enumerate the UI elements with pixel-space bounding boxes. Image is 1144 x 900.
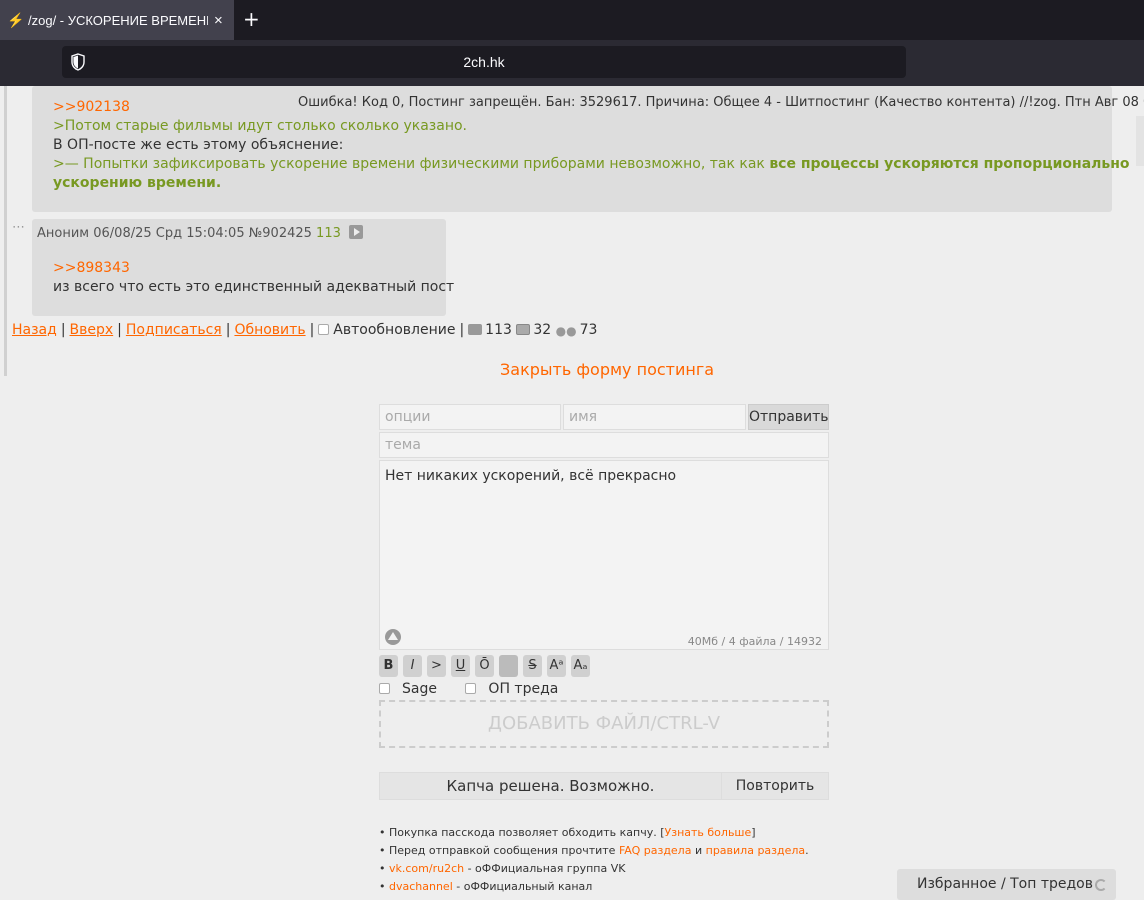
post-text: из всего что есть это единственный адекв… <box>53 279 455 295</box>
autoupdate-checkbox[interactable] <box>318 324 330 335</box>
spoiler-button[interactable] <box>499 655 518 677</box>
post-text: В ОП-посте же есть этому объяснение: <box>53 137 344 153</box>
play-icon[interactable] <box>349 225 364 239</box>
quote-line: >— Попытки зафиксировать ускорение време… <box>53 156 1130 172</box>
underline-button[interactable]: U <box>451 655 470 677</box>
back-link[interactable]: Назад <box>12 322 57 338</box>
overline-button[interactable]: Ō <box>475 655 494 677</box>
lightning-icon: ⚡ <box>7 11 25 28</box>
captcha: Капча решена. Возможно. Повторить <box>379 772 829 800</box>
up-link[interactable]: Вверх <box>70 322 114 338</box>
tab-title: /zog/ - УСКОРЕНИЕ ВРЕМЕНИ <box>28 12 208 28</box>
topic-input[interactable]: тема <box>379 432 829 458</box>
post-options: Sage ОП треда <box>379 681 582 697</box>
shield-icon <box>71 53 85 71</box>
close-form-link[interactable]: Закрыть форму постинга <box>500 360 714 379</box>
thread-border <box>4 86 7 376</box>
sage-checkbox[interactable] <box>379 683 390 694</box>
vk-link[interactable]: vk.com/ru2ch <box>389 862 464 875</box>
faq-link[interactable]: FAQ раздела <box>619 844 692 857</box>
post-author: Аноним <box>37 226 90 241</box>
subscribe-link[interactable]: Подписаться <box>126 322 222 338</box>
superscript-button[interactable]: Aᵃ <box>547 655 566 677</box>
drawing-icon[interactable] <box>385 629 401 645</box>
name-input[interactable]: имя <box>563 404 746 430</box>
favorites-label: Избранное / Топ тредов <box>917 876 1093 892</box>
browser-tab[interactable]: ⚡ /zog/ - УСКОРЕНИЕ ВРЕМЕНИ × <box>0 0 234 40</box>
url-bar[interactable]: 2ch.hk <box>62 46 906 78</box>
channel-link[interactable]: dvachannel <box>389 880 453 893</box>
url-text: 2ch.hk <box>463 54 505 70</box>
tab-bar: ⚡ /zog/ - УСКОРЕНИЕ ВРЕМЕНИ × + <box>0 0 1144 40</box>
refresh-link[interactable]: Обновить <box>234 322 305 338</box>
quote-line: >Потом старые фильмы идут столько скольк… <box>53 118 467 134</box>
op-checkbox[interactable] <box>465 683 477 694</box>
learn-more-link[interactable]: Узнать больше <box>665 826 752 839</box>
bold-button[interactable]: B <box>379 655 398 677</box>
quote-line: ускорению времени. <box>53 175 222 191</box>
replies-count[interactable]: 113 <box>316 226 341 241</box>
rule-item: • dvachannel - оФФициальный канал <box>379 880 593 893</box>
error-message: Ошибка! Код 0, Постинг запрещён. Бан: 35… <box>298 95 1144 110</box>
refresh-icon[interactable] <box>1095 879 1107 891</box>
post-date: 06/08/25 Срд 15:04:05 <box>93 226 245 241</box>
sage-label: Sage <box>402 681 437 697</box>
board-rules-link[interactable]: правила раздела <box>706 844 806 857</box>
rules-list: • Покупка пасскода позволяет обходить ка… <box>379 824 809 896</box>
nav-bar: 2ch.hk <box>0 40 1144 86</box>
rule-item: • Перед отправкой сообщения прочтите FAQ… <box>379 844 809 857</box>
captcha-status: Капча решена. Возможно. <box>446 777 655 795</box>
post: Аноним 06/08/25 Срд 15:04:05 №902425 113… <box>32 219 454 316</box>
comment-icon <box>468 324 483 335</box>
scroll-stub <box>1136 116 1144 166</box>
strike-button[interactable]: S <box>523 655 542 677</box>
image-icon <box>516 324 531 335</box>
op-label: ОП треда <box>488 681 559 697</box>
new-tab-button[interactable]: + <box>243 8 260 30</box>
subscript-button[interactable]: Aₐ <box>571 655 590 677</box>
page: >>902138 >Потом старые фильмы идут столь… <box>0 86 1144 900</box>
italic-button[interactable]: I <box>403 655 422 677</box>
post-number[interactable]: №902425 <box>249 226 312 241</box>
file-dropzone[interactable]: ДОБАВИТЬ ФАЙЛ/CTRL-V <box>379 700 829 748</box>
reply-link[interactable]: >>898343 <box>53 259 130 278</box>
rule-item: • vk.com/ru2ch - оФФициальная группа VK <box>379 862 626 875</box>
send-button[interactable]: Отправить <box>748 404 829 430</box>
more-icon[interactable]: ⋯ <box>12 220 25 235</box>
message-text: Нет никаких ускорений, всё прекрасно <box>385 468 677 484</box>
post-header: Аноним 06/08/25 Срд 15:04:05 №902425 113 <box>37 225 364 241</box>
quote-button[interactable]: > <box>427 655 446 677</box>
thread-nav: Назад | Вверх | Подписаться | Обновить | Автообн… <box>12 322 598 338</box>
close-tab-icon[interactable]: × <box>214 12 223 29</box>
autoupdate-label: Автообновление <box>333 322 456 338</box>
reply-link[interactable]: >>902138 <box>53 98 130 117</box>
favorites-panel[interactable]: Избранное / Топ тредов <box>897 869 1116 900</box>
options-input[interactable]: опции <box>379 404 561 430</box>
users-icon: ●● <box>555 324 577 338</box>
posts-count: 113 <box>485 322 512 338</box>
users-count: 73 <box>579 322 598 338</box>
captcha-retry-button[interactable]: Повторить <box>721 773 828 799</box>
rule-item: • Покупка пасскода позволяет обходить ка… <box>379 826 756 839</box>
message-textarea[interactable]: Нет никаких ускорений, всё прекрасно 40М… <box>379 460 829 650</box>
limits-text: 40Мб / 4 файла / 14932 <box>687 635 822 648</box>
images-count: 32 <box>533 322 552 338</box>
